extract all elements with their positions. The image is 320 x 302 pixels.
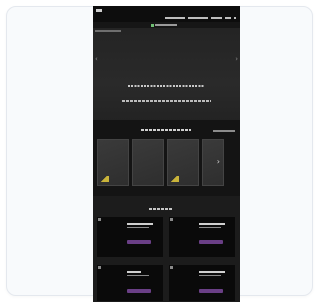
promo-subtitle — [127, 227, 149, 229]
promo-title — [127, 271, 141, 273]
promo-title — [127, 223, 153, 225]
promo-button[interactable] — [127, 240, 151, 244]
top-navigation — [93, 6, 240, 22]
promo-card[interactable] — [169, 217, 235, 257]
page-thumbnail[interactable]: ‹ › › — [93, 6, 240, 302]
image-icon — [98, 218, 101, 221]
section-title — [149, 208, 173, 210]
promo-subtitle — [199, 227, 221, 229]
view-all-link[interactable] — [213, 130, 235, 132]
site-logo[interactable] — [96, 9, 102, 12]
promo-subtitle — [199, 275, 221, 277]
chevron-right-icon[interactable]: › — [217, 158, 220, 166]
featured-section — [93, 196, 240, 302]
nav-link[interactable] — [165, 17, 185, 19]
nav-link[interactable] — [188, 17, 208, 19]
product-tile[interactable] — [167, 139, 199, 186]
promo-button[interactable] — [127, 289, 151, 293]
nav-link[interactable] — [225, 17, 231, 19]
product-carousel: › — [97, 139, 224, 186]
section-title — [141, 129, 191, 131]
hero-banner: ‹ › — [93, 28, 240, 120]
promo-button[interactable] — [199, 289, 223, 293]
status-icon — [151, 23, 154, 27]
nav-links — [165, 17, 236, 19]
image-icon — [98, 266, 101, 269]
promo-subtitle — [127, 275, 149, 277]
image-icon — [170, 218, 173, 221]
announcement-text[interactable] — [155, 24, 177, 26]
hero-headline — [128, 85, 205, 87]
promo-grid — [97, 217, 235, 301]
image-icon — [170, 266, 173, 269]
promo-title — [199, 223, 225, 225]
product-tile[interactable] — [132, 139, 164, 186]
chevron-right-icon[interactable]: › — [235, 56, 238, 63]
promo-card[interactable] — [169, 265, 235, 301]
product-tile[interactable]: › — [202, 139, 224, 186]
search-icon[interactable] — [234, 17, 236, 19]
promo-button[interactable] — [199, 240, 223, 244]
corner-badge — [100, 176, 109, 182]
corner-badge — [170, 176, 179, 182]
promo-card[interactable] — [97, 217, 163, 257]
latest-section: › — [93, 120, 240, 196]
promo-card[interactable] — [97, 265, 163, 301]
breadcrumb — [95, 30, 121, 32]
chevron-left-icon[interactable]: ‹ — [95, 56, 98, 63]
product-tile[interactable] — [97, 139, 129, 186]
promo-title — [199, 271, 225, 273]
nav-link[interactable] — [211, 17, 222, 19]
hero-subheadline — [122, 100, 211, 102]
